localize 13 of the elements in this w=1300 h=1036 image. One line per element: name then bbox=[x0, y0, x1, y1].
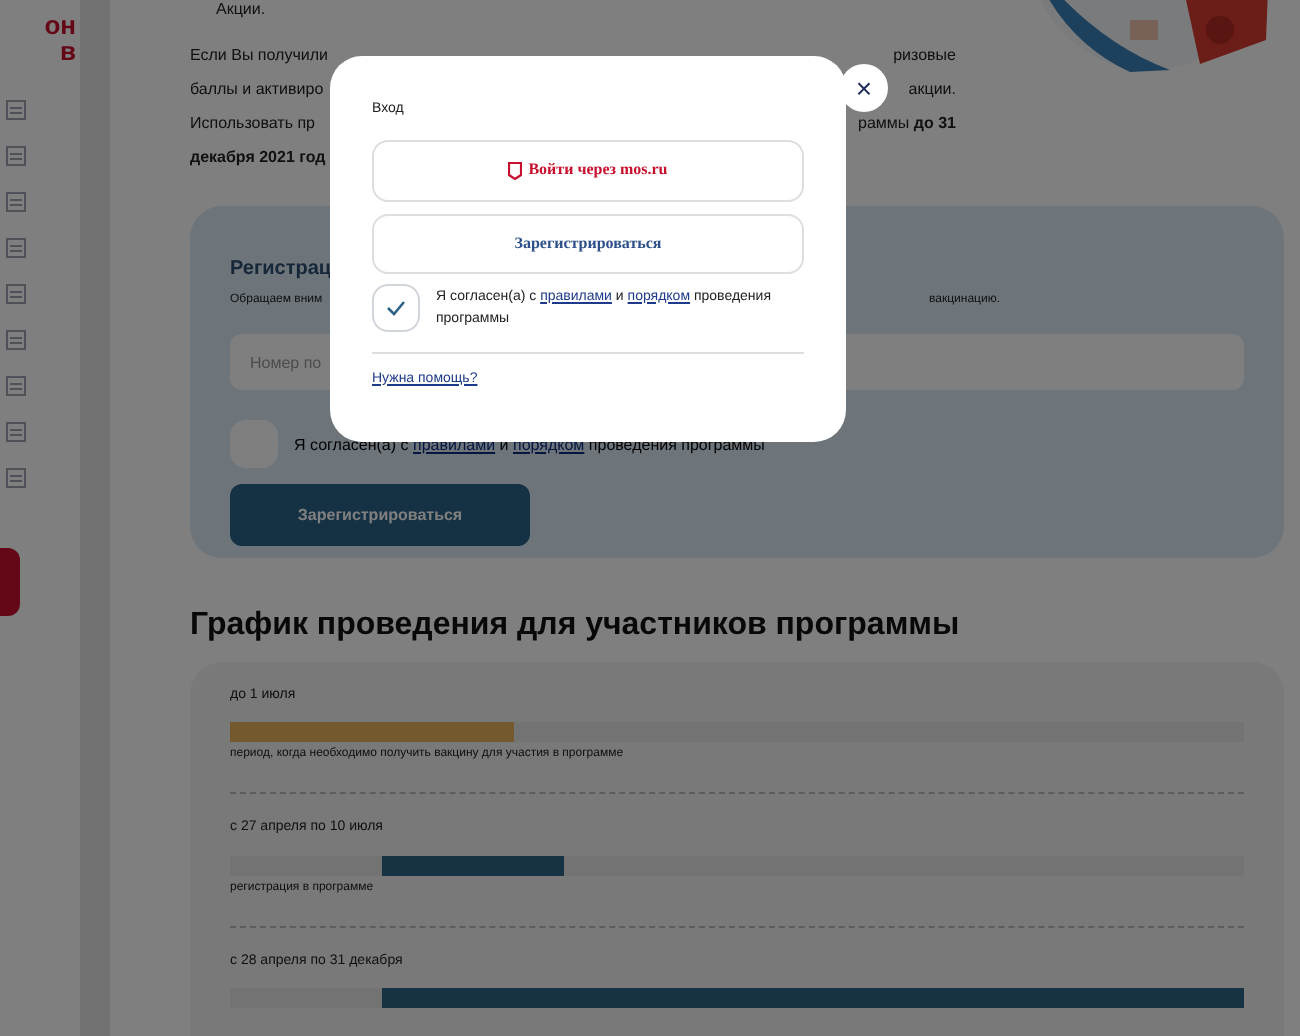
paragraph-text: раммы до 31 bbox=[858, 112, 956, 136]
paragraph-text: декабря 2021 год bbox=[190, 146, 326, 170]
section-heading: График проведения для участников программы bbox=[190, 605, 962, 645]
logo-text: в bbox=[60, 38, 76, 64]
paragraph-text: акции. bbox=[908, 78, 956, 102]
paragraph-text: баллы и активиро bbox=[190, 78, 324, 102]
paragraph-text: Акции. bbox=[214, 0, 268, 22]
card-title: Регистрац bbox=[230, 256, 334, 284]
consent-text: Я согласен(а) с правилами и порядком проведения программы bbox=[294, 433, 765, 455]
paragraph-text: ризовые bbox=[893, 44, 956, 68]
logo-text: он bbox=[44, 12, 76, 38]
paragraph-text: Если Вы получили bbox=[190, 44, 328, 68]
paragraph-text: Использовать пр bbox=[190, 112, 315, 136]
